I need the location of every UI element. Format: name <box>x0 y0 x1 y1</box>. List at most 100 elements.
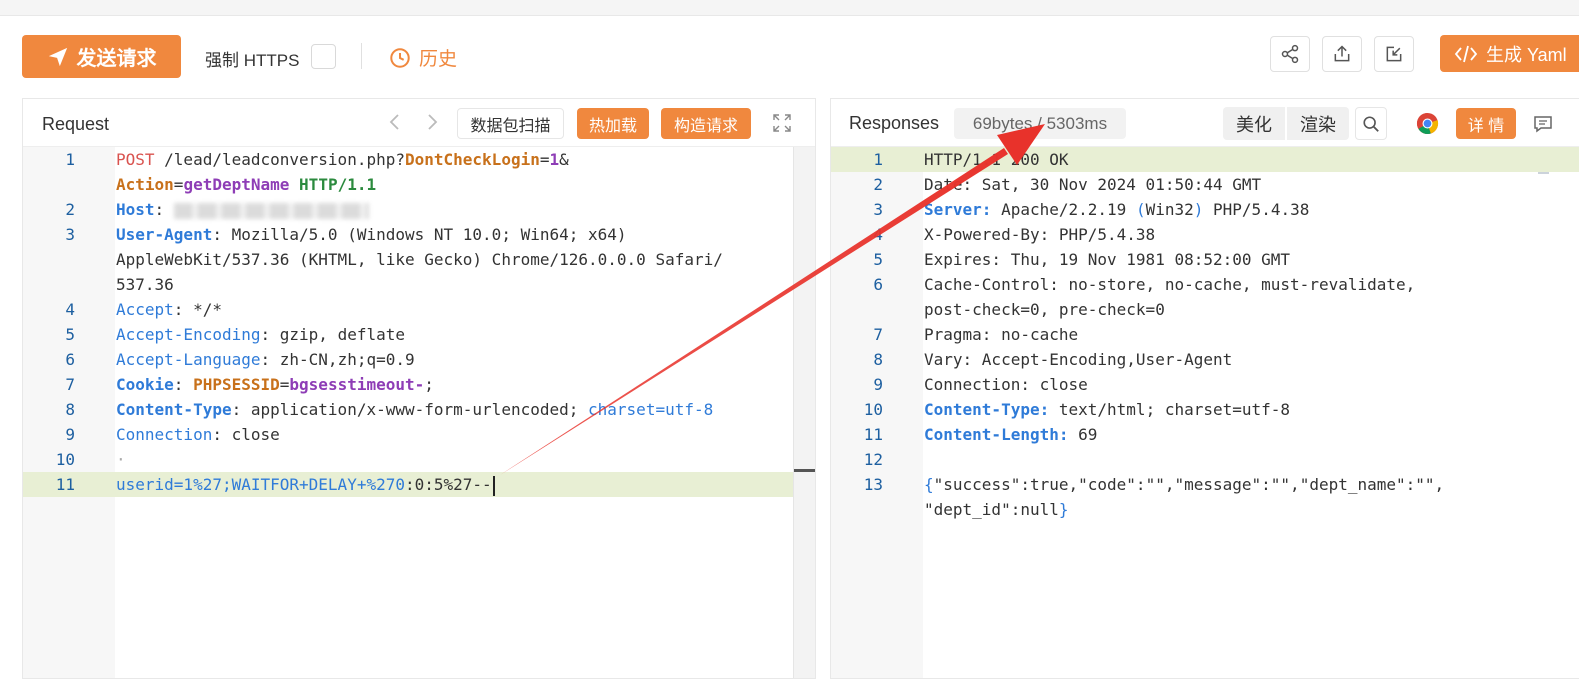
request-code-line[interactable]: 3 User-Agent: Mozilla/5.0 (Windows NT 10.… <box>23 222 793 247</box>
request-code-line[interactable]: 5 Accept-Encoding: gzip, deflate <box>23 322 793 347</box>
code-token: = <box>173 175 184 194</box>
history-label: 历史 <box>419 49 458 70</box>
line-text: {"success":true,"code":"","message":"","… <box>924 472 1444 497</box>
request-code-line[interactable]: Action=getDeptName HTTP/1.1 <box>23 172 793 197</box>
line-text: Action=getDeptName HTTP/1.1 <box>116 172 376 197</box>
request-editor[interactable]: 1 POST /lead/leadconversion.php?DontCheck… <box>23 147 815 678</box>
text-cursor <box>492 475 495 496</box>
hot-load-button[interactable]: 热加载 <box>577 108 649 139</box>
request-code-line[interactable]: 537.36 <box>23 272 793 297</box>
request-code-line[interactable]: 7 Cookie: PHPSESSID=bgsesstimeout-; <box>23 372 793 397</box>
code-token: Cache-Control: no-store, no-cache, must-… <box>924 275 1416 294</box>
chrome-icon[interactable] <box>1416 112 1439 135</box>
code-token: Cookie <box>116 375 174 394</box>
share-icon <box>1281 44 1299 64</box>
response-code-line[interactable]: 7 Pragma: no-cache <box>831 322 1579 347</box>
line-number: 4 <box>873 225 883 244</box>
code-token: : <box>173 375 194 394</box>
code-token: ( <box>1135 200 1146 219</box>
request-code-line[interactable]: 6 Accept-Language: zh-CN,zh;q=0.9 <box>23 347 793 372</box>
code-token: User-Agent <box>116 225 213 244</box>
line-number: 9 <box>65 425 75 444</box>
request-header: Request 数据包扫描 热加载 构造请求 <box>23 99 815 147</box>
response-code-line[interactable]: 4 X-Powered-By: PHP/5.4.38 <box>831 222 1579 247</box>
request-code-line[interactable]: 2 Host: <box>23 197 793 222</box>
import-button[interactable] <box>1374 36 1414 72</box>
toolbar-divider <box>361 43 362 69</box>
code-token: Apache/2.2.19 <box>991 200 1136 219</box>
line-number: 8 <box>65 400 75 419</box>
code-token: : application/x-www-form-urlencoded; <box>231 400 589 419</box>
response-code-line[interactable]: 10 Content-Type: text/html; charset=utf-8 <box>831 397 1579 422</box>
response-code-line[interactable]: 12 <box>831 447 1579 472</box>
request-code-line[interactable]: 11 userid=1%27;WAITFOR+DELAY+%270:0:5%27-… <box>23 472 815 497</box>
code-token: 1 <box>549 150 560 169</box>
line-number: 2 <box>873 175 883 194</box>
build-request-button[interactable]: 构造请求 <box>661 108 751 139</box>
line-text: Date: Sat, 30 Nov 2024 01:50:44 GMT <box>924 172 1261 197</box>
response-code-line[interactable]: 9 Connection: close <box>831 372 1579 397</box>
request-code-area[interactable]: 1 POST /lead/leadconversion.php?DontCheck… <box>23 147 815 678</box>
force-https-checkbox[interactable] <box>311 44 336 69</box>
line-text: Accept: */* <box>116 297 222 322</box>
response-code-line[interactable]: 3 Server: Apache/2.2.19 (Win32) PHP/5.4.3… <box>831 197 1579 222</box>
line-text: Accept-Language: zh-CN,zh;q=0.9 <box>116 347 415 372</box>
code-token: Expires: Thu, 19 Nov 1981 08:52:00 GMT <box>924 250 1291 269</box>
send-request-label: 发送请求 <box>76 48 157 70</box>
response-code-line[interactable]: 6 Cache-Control: no-store, no-cache, must… <box>831 272 1579 297</box>
line-text: Server: Apache/2.2.19 (Win32) PHP/5.4.38 <box>924 197 1309 222</box>
line-number: 3 <box>65 225 75 244</box>
chevron-left-icon[interactable] <box>385 112 405 132</box>
code-token: Win32 <box>1145 200 1194 219</box>
line-text: Content-Type: text/html; charset=utf-8 <box>924 397 1290 422</box>
response-editor[interactable]: 1 HTTP/1.1 200 OK 2 Date: Sat, 30 Nov 2024 … <box>831 147 1579 678</box>
request-code-line[interactable]: 4 Accept: */* <box>23 297 793 322</box>
line-number: 13 <box>863 475 883 494</box>
response-code-line[interactable]: 2 Date: Sat, 30 Nov 2024 01:50:44 GMT <box>831 172 1579 197</box>
response-code-line[interactable]: post-check=0, pre-check=0 <box>831 297 1579 322</box>
code-token: HTTP/1.1 200 OK <box>924 150 1069 169</box>
response-code-area[interactable]: 1 HTTP/1.1 200 OK 2 Date: Sat, 30 Nov 2024 … <box>831 147 1579 678</box>
response-code-line[interactable]: 8 Vary: Accept-Encoding,User-Agent <box>831 347 1579 372</box>
code-token: POST <box>116 150 155 169</box>
response-code-line[interactable]: 5 Expires: Thu, 19 Nov 1981 08:52:00 GMT <box>831 247 1579 272</box>
generate-yaml-button[interactable]: 生成 Yaml <box>1440 35 1579 72</box>
line-number: 9 <box>873 375 883 394</box>
request-code-line[interactable]: 8 Content-Type: application/x-www-form-ur… <box>23 397 793 422</box>
beautify-button[interactable]: 美化 <box>1223 107 1285 140</box>
request-code-line[interactable]: 9 Connection: close <box>23 422 793 447</box>
request-scrollbar[interactable] <box>793 147 815 678</box>
line-text: Pragma: no-cache <box>924 322 1078 347</box>
chevron-right-icon[interactable] <box>422 112 442 132</box>
line-number: 11 <box>863 425 883 444</box>
code-token: = <box>279 375 290 394</box>
response-code-line[interactable]: 11 Content-Length: 69 <box>831 422 1579 447</box>
search-button[interactable] <box>1355 107 1387 140</box>
response-code-line[interactable]: 1 HTTP/1.1 200 OK <box>831 147 1579 172</box>
code-token: Accept-Language <box>116 350 261 369</box>
code-token: PHPSESSID <box>193 375 280 394</box>
packet-scan-button[interactable]: 数据包扫描 <box>457 108 564 139</box>
details-button[interactable]: 详 情 <box>1456 108 1516 139</box>
line-text: POST /lead/leadconversion.php?DontCheckL… <box>116 147 569 172</box>
line-text: Content-Length: 69 <box>924 422 1097 447</box>
code-token: Connection: close <box>924 375 1088 394</box>
expand-icon[interactable] <box>773 114 791 132</box>
request-code-line[interactable]: 10 · <box>23 447 793 472</box>
line-number: 3 <box>873 200 883 219</box>
export-button[interactable] <box>1322 36 1362 72</box>
response-code-line[interactable]: 13 {"success":true,"code":"","message":""… <box>831 472 1579 497</box>
request-code-line[interactable]: 1 POST /lead/leadconversion.php?DontCheck… <box>23 147 793 172</box>
line-number: 6 <box>873 275 883 294</box>
line-text: 537.36 <box>116 272 174 297</box>
comment-icon[interactable] <box>1533 114 1553 134</box>
send-request-button[interactable]: 发送请求 <box>22 35 181 78</box>
code-token: Content-Type: <box>924 400 1050 419</box>
render-button[interactable]: 渲染 <box>1287 107 1349 140</box>
response-code-line[interactable]: "dept_id":null} <box>831 497 1579 522</box>
generate-yaml-label: 生成 Yaml <box>1486 44 1567 65</box>
request-code-line[interactable]: AppleWebKit/537.36 (KHTML, like Gecko) C… <box>23 247 793 272</box>
share-button[interactable] <box>1270 36 1310 72</box>
history-button[interactable]: 历史 <box>389 44 457 71</box>
code-token: HTTP/1.1 <box>299 175 377 194</box>
